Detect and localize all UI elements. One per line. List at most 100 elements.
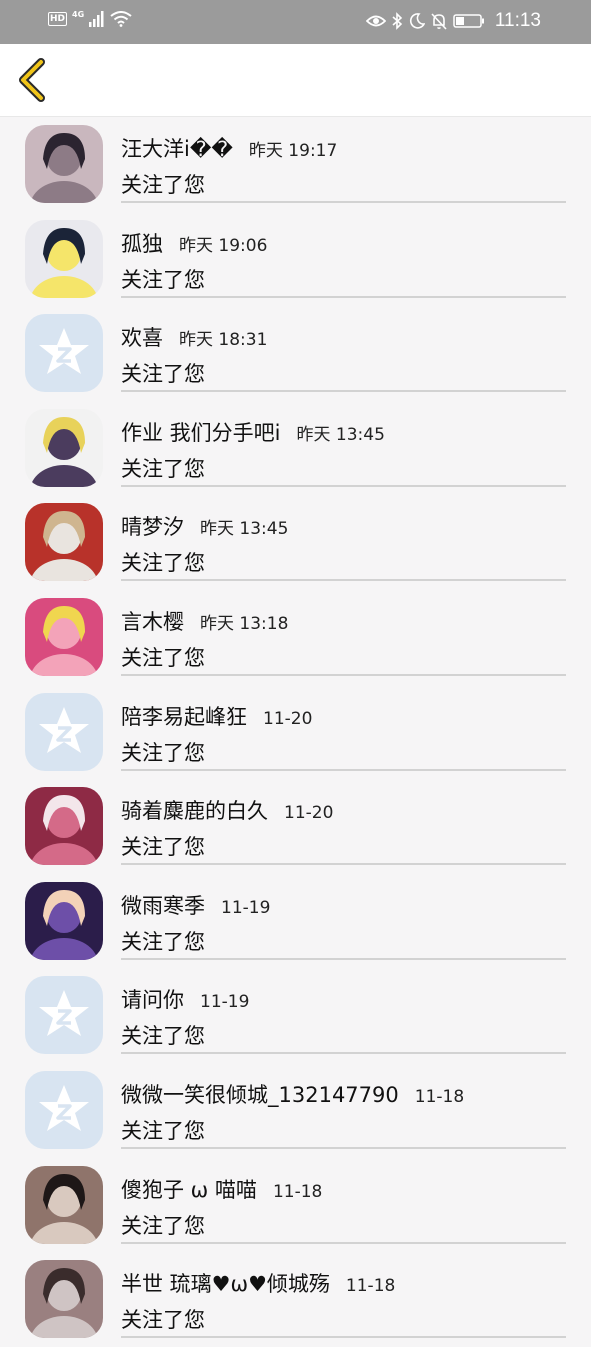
- default-avatar-icon: [25, 692, 103, 771]
- avatar[interactable]: [25, 692, 103, 771]
- list-item[interactable]: 微雨寒季 11-19 关注了您: [0, 874, 591, 969]
- follow-time: 11-18: [272, 1181, 323, 1202]
- user-name[interactable]: 晴梦汐: [121, 511, 184, 541]
- name-line: 傻狍子 ω 喵喵 11-18: [121, 1174, 322, 1202]
- avatar-photo: [25, 597, 103, 676]
- signal-icon: [89, 11, 105, 27]
- avatar-photo: [25, 881, 103, 960]
- user-name[interactable]: 言木樱: [121, 606, 184, 636]
- divider: [121, 295, 566, 298]
- list-item[interactable]: 半世 琉璃♥ω♥倾城殇 11-18 关注了您: [0, 1252, 591, 1347]
- follow-action-text: 关注了您: [121, 551, 205, 576]
- list-item[interactable]: 汪大洋i�� 昨天 19:17 关注了您: [0, 117, 591, 212]
- back-button[interactable]: [12, 58, 52, 102]
- list-item[interactable]: 晴梦汐 昨天 13:45 关注了您: [0, 495, 591, 590]
- avatar[interactable]: [25, 976, 103, 1055]
- avatar-photo: [25, 219, 103, 298]
- follow-time: 昨天 13:45: [296, 424, 385, 445]
- avatar-photo: [25, 125, 103, 203]
- divider: [121, 957, 566, 960]
- user-name[interactable]: 半世 琉璃♥ω♥倾城殇: [121, 1268, 330, 1298]
- avatar[interactable]: [25, 219, 103, 298]
- user-name[interactable]: 请问你: [121, 984, 184, 1014]
- follower-list: 汪大洋i�� 昨天 19:17 关注了您 孤独 昨天 19:06 关注了您 欢喜…: [0, 117, 591, 1347]
- divider: [121, 390, 566, 393]
- name-line: 孤独 昨天 19:06: [121, 228, 267, 256]
- list-item[interactable]: 请问你 11-19 关注了您: [0, 968, 591, 1063]
- status-time: 11:13: [494, 10, 541, 31]
- follow-action-text: 关注了您: [121, 173, 205, 197]
- follow-time: 11-19: [200, 992, 250, 1013]
- follow-time: 11-18: [345, 1276, 396, 1297]
- user-name[interactable]: 微雨寒季: [121, 890, 205, 920]
- avatar[interactable]: [25, 503, 103, 582]
- divider: [121, 768, 566, 771]
- user-name[interactable]: 微微一笑很倾城_132147790: [121, 1079, 399, 1109]
- avatar[interactable]: [25, 787, 103, 866]
- follow-time: 昨天 18:31: [179, 330, 268, 351]
- name-line: 微雨寒季 11-19: [121, 890, 270, 918]
- divider: [121, 863, 566, 866]
- follow-action-text: 关注了您: [121, 267, 205, 292]
- follow-action-text: 关注了您: [121, 456, 205, 481]
- chevron-left-icon: [19, 58, 45, 102]
- follow-action-text: 关注了您: [121, 1308, 205, 1333]
- follow-action-text: 关注了您: [121, 1213, 205, 1238]
- avatar[interactable]: [25, 314, 103, 393]
- follow-action-text: 关注了您: [121, 1024, 205, 1049]
- list-item[interactable]: 骑着麋鹿的白久 11-20 关注了您: [0, 779, 591, 874]
- list-item[interactable]: 作业 我们分手吧i 昨天 13:45 关注了您: [0, 401, 591, 496]
- follow-time: 11-20: [284, 803, 334, 824]
- default-avatar-icon: [25, 314, 103, 393]
- user-name[interactable]: 孤独: [121, 228, 163, 258]
- avatar[interactable]: [25, 1165, 103, 1244]
- avatar[interactable]: [25, 1070, 103, 1149]
- divider: [121, 1336, 566, 1339]
- nav-bar: [0, 44, 591, 117]
- avatar[interactable]: [25, 881, 103, 960]
- list-item[interactable]: 欢喜 昨天 18:31 关注了您: [0, 306, 591, 401]
- avatar[interactable]: [25, 408, 103, 487]
- avatar[interactable]: [25, 125, 103, 203]
- avatar-photo: [25, 1260, 103, 1339]
- list-item[interactable]: 微微一笑很倾城_132147790 11-18 关注了您: [0, 1063, 591, 1158]
- name-line: 陪李易起峰狂 11-20: [121, 701, 312, 729]
- follow-action-text: 关注了您: [121, 929, 205, 954]
- list-item[interactable]: 傻狍子 ω 喵喵 11-18 关注了您: [0, 1158, 591, 1253]
- user-name[interactable]: 汪大洋i��: [121, 133, 233, 163]
- avatar-photo: [25, 408, 103, 487]
- wifi-icon: [110, 11, 132, 27]
- avatar-photo: [25, 787, 103, 866]
- name-line: 半世 琉璃♥ω♥倾城殇 11-18: [121, 1268, 395, 1296]
- divider: [121, 484, 566, 487]
- status-left: HD 4G: [48, 9, 132, 27]
- name-line: 作业 我们分手吧i 昨天 13:45: [121, 417, 385, 445]
- user-name[interactable]: 骑着麋鹿的白久: [121, 795, 268, 825]
- follow-action-text: 关注了您: [121, 362, 205, 387]
- list-item[interactable]: 孤独 昨天 19:06 关注了您: [0, 212, 591, 307]
- follow-time: 昨天 13:18: [200, 613, 289, 634]
- name-line: 言木樱 昨天 13:18: [121, 606, 288, 634]
- name-line: 骑着麋鹿的白久 11-20: [121, 795, 333, 823]
- follow-time: 昨天 19:06: [179, 235, 268, 256]
- name-line: 微微一笑很倾城_132147790 11-18: [121, 1079, 464, 1107]
- user-name[interactable]: 欢喜: [121, 322, 163, 352]
- follow-time: 11-18: [414, 1086, 465, 1107]
- follow-time: 昨天 19:17: [248, 141, 338, 161]
- network-type: 4G: [72, 9, 85, 19]
- follow-time: 昨天 13:45: [200, 519, 289, 540]
- avatar[interactable]: [25, 1260, 103, 1339]
- status-right: 11:13: [365, 10, 541, 32]
- name-line: 欢喜 昨天 18:31: [121, 322, 267, 350]
- user-name[interactable]: 陪李易起峰狂: [121, 701, 247, 731]
- avatar[interactable]: [25, 597, 103, 676]
- user-name[interactable]: 作业 我们分手吧i: [121, 417, 281, 447]
- status-bar: HD 4G 11:13: [0, 0, 591, 44]
- follow-action-text: 关注了您: [121, 645, 205, 670]
- user-name[interactable]: 傻狍子 ω 喵喵: [121, 1174, 257, 1204]
- list-item[interactable]: 陪李易起峰狂 11-20 关注了您: [0, 685, 591, 780]
- divider: [121, 579, 566, 582]
- list-item[interactable]: 言木樱 昨天 13:18 关注了您: [0, 590, 591, 685]
- name-line: 晴梦汐 昨天 13:45: [121, 511, 288, 539]
- name-line: 汪大洋i�� 昨天 19:17: [121, 133, 337, 161]
